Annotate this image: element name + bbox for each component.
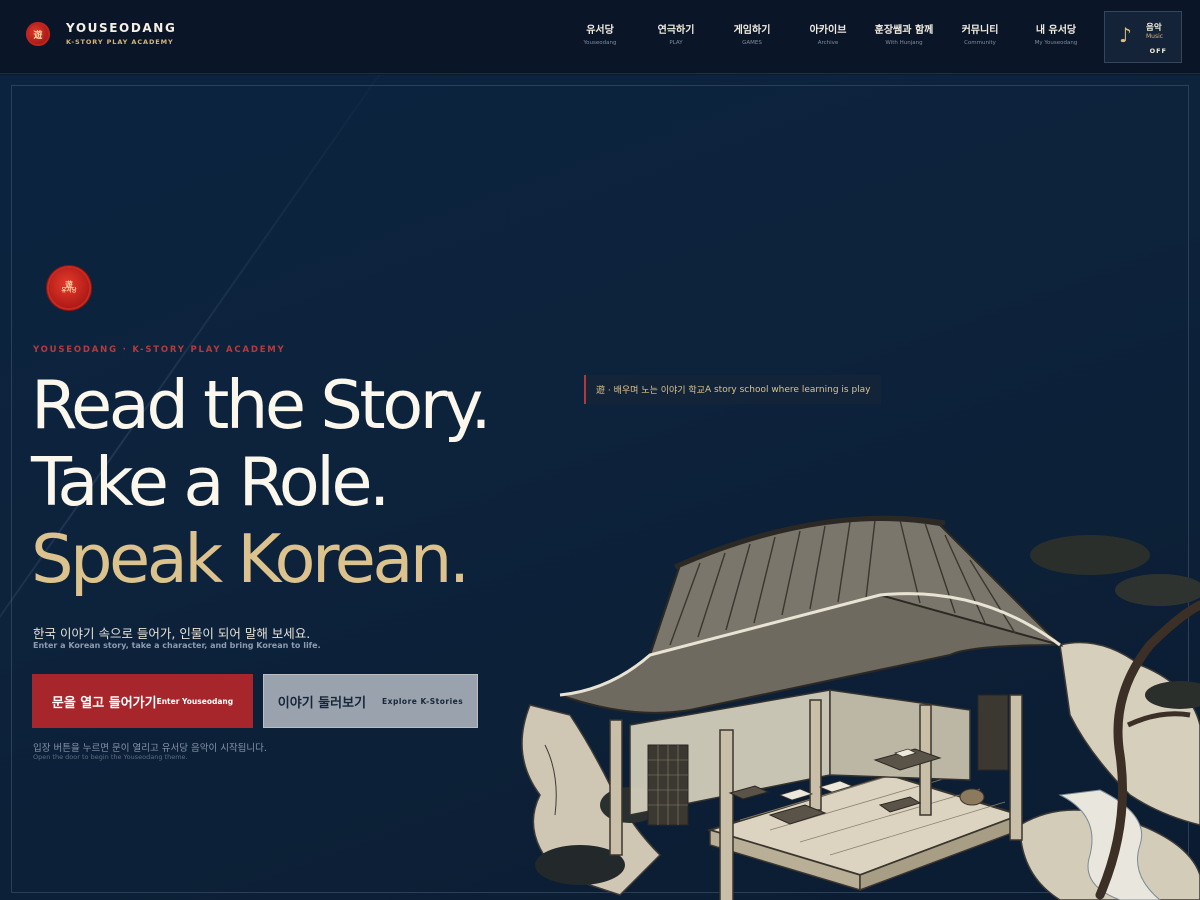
explore-stories-button[interactable]: 이야기 둘러보기 Explore K-Stories (263, 674, 478, 728)
nav-item-label: 연극하기 (657, 25, 695, 36)
music-state: OFF (1149, 47, 1167, 55)
tagline-ko: 遊 · 배우며 노는 이야기 학교 (596, 386, 705, 396)
music-sublabel: Music (1146, 33, 1164, 40)
tagline-badge: 遊 · 배우며 노는 이야기 학교 A story school where le… (584, 375, 881, 404)
nav-item-youseodang[interactable]: 유서당 Youseodang (562, 26, 638, 47)
seal-text: 유서당 (61, 288, 77, 295)
button-label-en: Explore K-Stories (382, 696, 464, 706)
nav-item-label: 훈장쌤과 함께 (874, 25, 934, 36)
nav-item-label: 게임하기 (733, 25, 771, 36)
headline-line-2: Take a Role. (31, 443, 390, 521)
hero-headline: Read the Story. Take a Role. Speak Korea… (31, 366, 492, 598)
hanok-pavilion-illustration (521, 515, 1200, 900)
nav-item-games[interactable]: 게임하기 GAMES (714, 26, 790, 47)
nav-item-sublabel: Community (964, 40, 996, 46)
entry-note-en: Open the door to begin the Youseodang th… (33, 753, 188, 761)
nav-item-sublabel: With Hunjang (885, 40, 923, 46)
nav-item-with-hunjang[interactable]: 훈장쌤과 함께 With Hunjang (866, 26, 942, 47)
entry-note-ko: 입장 버튼을 누르면 문이 열리고 유서당 음악이 시작됩니다. (33, 743, 267, 754)
main-nav: 유서당 Youseodang 연극하기 PLAY 게임하기 GAMES 아카이브… (562, 26, 1094, 47)
brand-logo-link[interactable]: 遊 YOUSEODANG K-STORY PLAY ACADEMY (26, 22, 176, 46)
nav-item-sublabel: My Youseodang (1034, 40, 1078, 46)
nav-item-label: 커뮤니티 (961, 25, 999, 36)
music-toggle-button[interactable]: ♪ 음악 Music OFF (1104, 11, 1182, 63)
seal-emblem-icon: 遊 유서당 (49, 268, 89, 308)
button-label-en: Enter Youseodang (156, 696, 234, 706)
nav-item-label: 아카이브 (809, 25, 847, 36)
nav-item-label: 유서당 (586, 25, 614, 36)
headline-line-3: Speak Korean. (31, 520, 470, 598)
nav-item-my-youseodang[interactable]: 내 유서당 My Youseodang (1018, 26, 1094, 47)
hero-section: 遊 유서당 YOUSEODANG · K-STORY PLAY ACADEMY … (0, 75, 1200, 900)
brand-title: YOUSEODANG (66, 21, 177, 36)
nav-item-sublabel: PLAY (669, 40, 683, 46)
seal-logo-icon: 遊 (26, 22, 50, 46)
nav-item-sublabel: GAMES (742, 40, 762, 46)
nav-item-label: 내 유서당 (1035, 25, 1077, 36)
tagline-en: A story school where learning is play (704, 384, 871, 395)
brand-subtitle: K-STORY PLAY ACADEMY (66, 38, 174, 47)
nav-item-archive[interactable]: 아카이브 Archive (790, 26, 866, 47)
hero-eyebrow: YOUSEODANG · K-STORY PLAY ACADEMY (33, 345, 286, 355)
nav-item-sublabel: Archive (817, 40, 839, 46)
nav-item-community[interactable]: 커뮤니티 Community (942, 26, 1018, 47)
enter-youseodang-button[interactable]: 문을 열고 들어가기 Enter Youseodang (32, 674, 253, 728)
hero-subtitle-ko: 한국 이야기 속으로 들어가, 인물이 되어 말해 보세요. (33, 626, 311, 641)
top-navigation-bar: 遊 YOUSEODANG K-STORY PLAY ACADEMY 유서당 Yo… (0, 0, 1200, 74)
button-label-ko: 이야기 둘러보기 (277, 695, 367, 711)
music-label: 음악 (1146, 23, 1162, 33)
button-label-ko: 문을 열고 들어가기 (51, 695, 157, 711)
music-note-icon: ♪ (1119, 23, 1132, 47)
hero-subtitle-en: Enter a Korean story, take a character, … (33, 641, 321, 650)
brand-text: YOUSEODANG K-STORY PLAY ACADEMY (66, 22, 176, 46)
nav-item-sublabel: Youseodang (583, 40, 617, 46)
nav-item-play[interactable]: 연극하기 PLAY (638, 26, 714, 47)
headline-line-1: Read the Story. (31, 366, 492, 444)
